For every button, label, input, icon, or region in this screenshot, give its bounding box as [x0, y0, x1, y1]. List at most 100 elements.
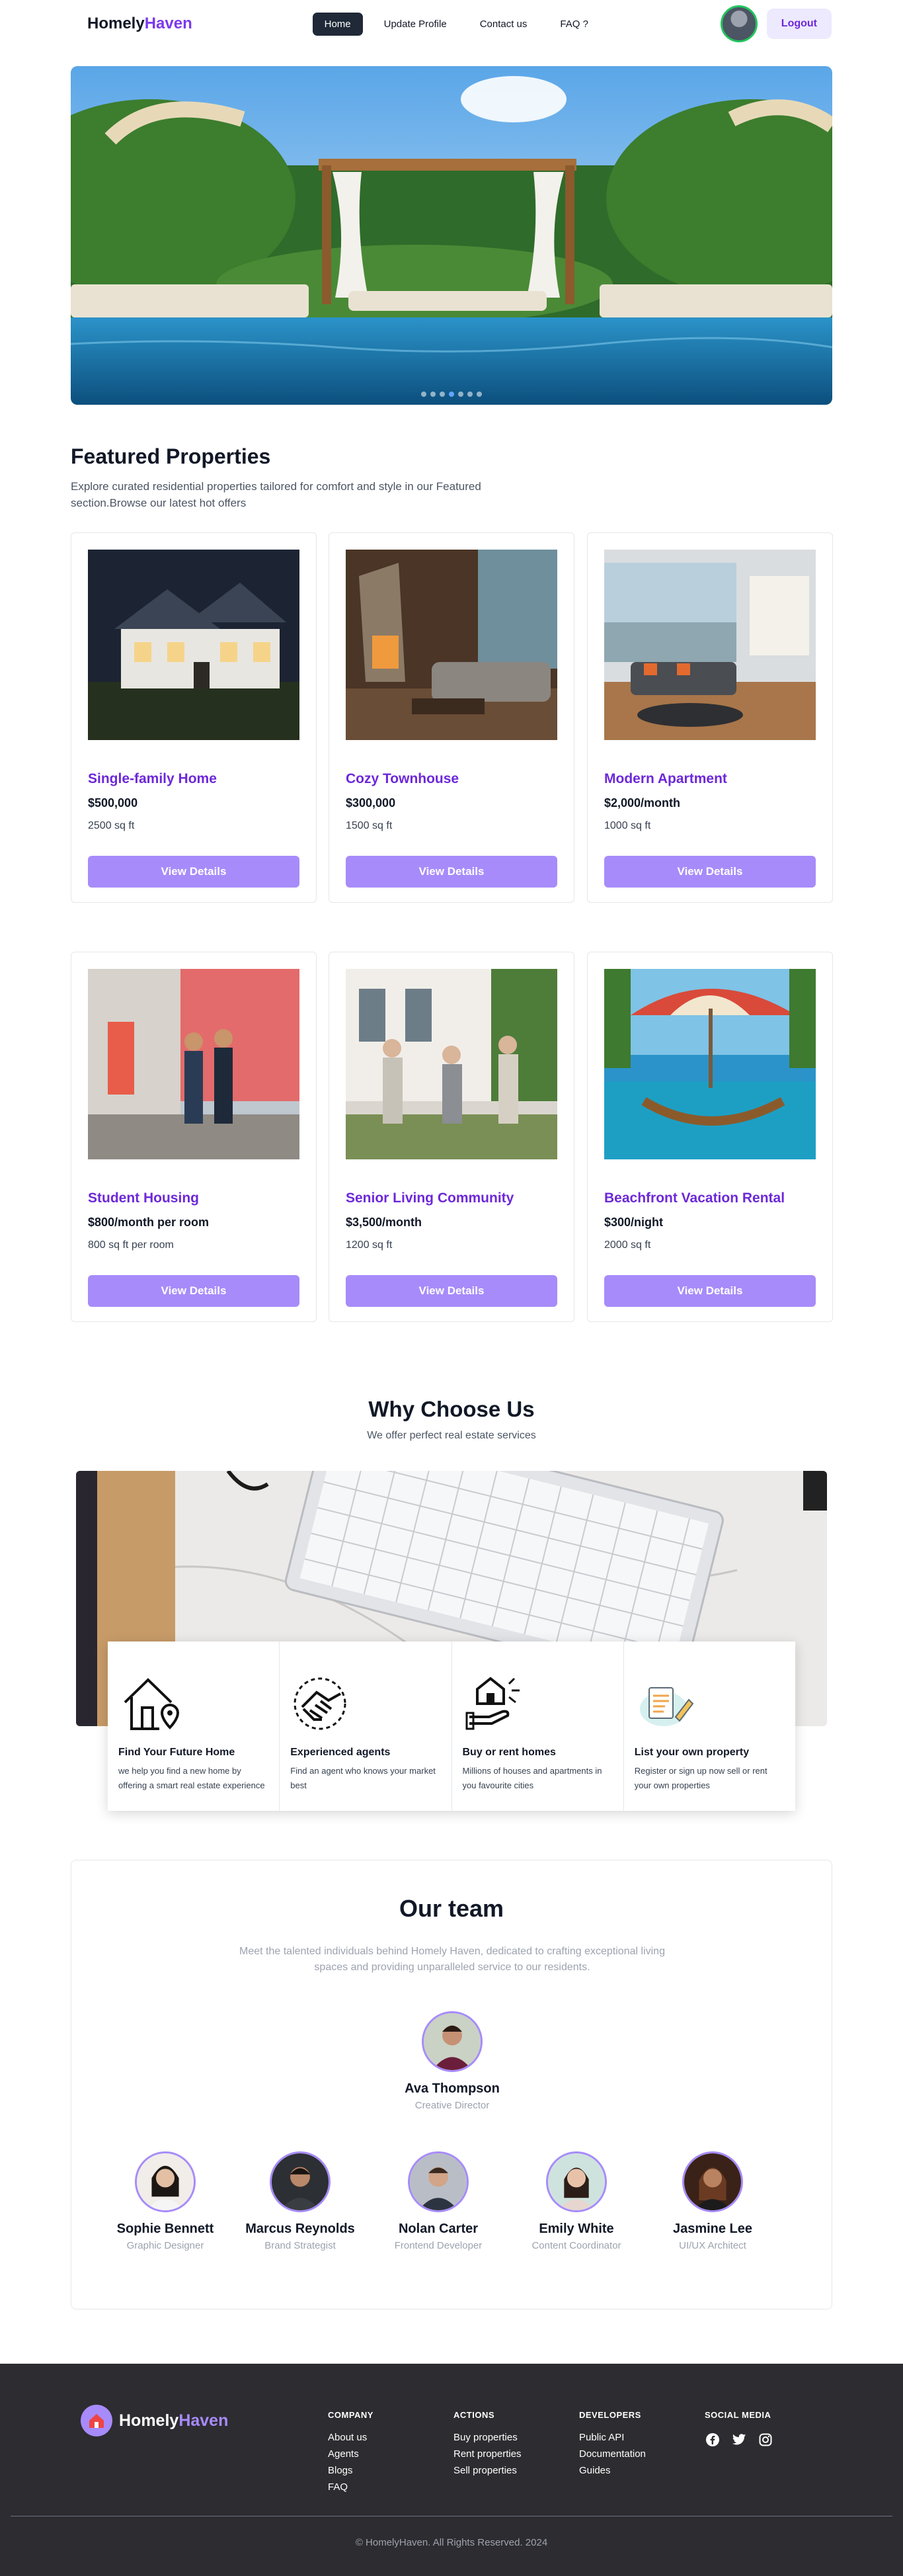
footer-link[interactable]: Agents — [328, 2448, 373, 2460]
feature-card: List your own property Register or sign … — [624, 1641, 795, 1811]
property-size: 2500 sq ft — [88, 820, 135, 831]
feature-title: Experienced agents — [290, 1747, 391, 1758]
footer-column-title: DEVELOPERS — [579, 2410, 641, 2420]
facebook-icon[interactable] — [705, 2432, 721, 2448]
footer-column-title: COMPANY — [328, 2410, 373, 2420]
team-member: Sophie Bennett Graphic Designer — [93, 2151, 238, 2251]
nav-faq[interactable]: FAQ ? — [548, 13, 600, 36]
carousel-dot[interactable] — [440, 392, 445, 397]
nav-links: Home Update Profile Contact us FAQ ? — [312, 12, 600, 36]
view-details-button[interactable]: View Details — [346, 856, 557, 888]
twitter-icon[interactable] — [731, 2432, 747, 2448]
nav-update-profile[interactable]: Update Profile — [372, 13, 459, 36]
social-links — [705, 2432, 773, 2448]
property-title[interactable]: Modern Apartment — [604, 771, 727, 787]
feature-description: Find an agent who knows your market best — [290, 1766, 436, 1790]
view-details-button[interactable]: View Details — [346, 1275, 557, 1307]
property-title[interactable]: Beachfront Vacation Rental — [604, 1190, 785, 1206]
footer-link[interactable]: Guides — [579, 2465, 646, 2476]
property-title[interactable]: Single-family Home — [88, 771, 217, 787]
carousel-dot[interactable] — [430, 392, 436, 397]
footer-column-title: ACTIONS — [453, 2410, 494, 2420]
footer: HomelyHaven COMPANY About us Agents Blog… — [0, 2364, 903, 2576]
property-card: Senior Living Community $3,500/month 120… — [329, 952, 574, 1322]
user-avatar[interactable] — [720, 5, 758, 42]
feature-title: Find Your Future Home — [118, 1747, 235, 1758]
featured-description: Explore curated residential properties t… — [71, 480, 481, 509]
property-image-house — [88, 550, 299, 740]
handshake-icon — [294, 1677, 346, 1730]
member-name: Jasmine Lee — [672, 2222, 753, 2236]
brand-logo[interactable]: HomelyHaven — [87, 15, 192, 33]
property-card: Cozy Townhouse $300,000 1500 sq ft View … — [329, 532, 574, 903]
buy-house-icon — [465, 1677, 520, 1730]
property-price: $500,000 — [88, 796, 138, 810]
feature-card: Experienced agents Find an agent who kno… — [280, 1641, 452, 1811]
footer-link[interactable]: About us — [328, 2432, 373, 2443]
footer-column-title: SOCIAL MEDIA — [705, 2410, 771, 2420]
carousel-dot[interactable] — [477, 392, 482, 397]
carousel-dot[interactable] — [421, 392, 426, 397]
footer-link[interactable]: Documentation — [579, 2448, 646, 2460]
logout-button[interactable]: Logout — [766, 9, 832, 39]
team-director: Ava Thompson Creative Director — [379, 2011, 525, 2111]
nav-contact[interactable]: Contact us — [468, 13, 539, 36]
property-size: 2000 sq ft — [604, 1239, 651, 1251]
member-role: Brand Strategist — [264, 2240, 336, 2251]
carousel-dot[interactable] — [467, 392, 473, 397]
property-title[interactable]: Cozy Townhouse — [346, 771, 459, 787]
property-size: 1200 sq ft — [346, 1239, 393, 1251]
avatar — [422, 2011, 483, 2072]
member-name: Nolan Carter — [398, 2222, 479, 2236]
member-role: Creative Director — [414, 2100, 490, 2111]
feature-description: Millions of houses and apartments in you… — [462, 1766, 602, 1790]
member-name: Ava Thompson — [405, 2081, 500, 2096]
footer-link[interactable]: Rent properties — [453, 2448, 522, 2460]
property-price: $3,500/month — [346, 1216, 422, 1229]
property-size: 800 sq ft per room — [88, 1239, 174, 1251]
carousel-dot[interactable] — [458, 392, 463, 397]
footer-link[interactable]: Public API — [579, 2432, 646, 2443]
footer-link[interactable]: Sell properties — [453, 2465, 522, 2476]
team-member: Marcus Reynolds Brand Strategist — [227, 2151, 373, 2251]
footer-link[interactable]: Buy properties — [453, 2432, 522, 2443]
footer-link[interactable]: Blogs — [328, 2465, 373, 2476]
footer-link[interactable]: FAQ — [328, 2481, 373, 2493]
view-details-button[interactable]: View Details — [604, 856, 816, 888]
featured-header: Featured Properties Explore curated resi… — [71, 444, 494, 511]
avatar — [135, 2151, 196, 2212]
avatar — [408, 2151, 469, 2212]
instagram-icon[interactable] — [758, 2432, 773, 2448]
feature-title: Buy or rent homes — [462, 1747, 556, 1758]
team-lead: Meet the talented individuals behind Hom… — [239, 1946, 665, 1973]
member-role: Frontend Developer — [394, 2240, 483, 2251]
property-price: $300/night — [604, 1216, 664, 1229]
document-pen-icon — [639, 1687, 694, 1726]
hero-carousel[interactable] — [71, 66, 832, 405]
carousel-dot-active[interactable] — [449, 392, 454, 397]
avatar — [546, 2151, 607, 2212]
view-details-button[interactable]: View Details — [88, 1275, 299, 1307]
nav-home[interactable]: Home — [312, 12, 363, 36]
member-role: UI/UX Architect — [679, 2240, 746, 2251]
team-section: Our team Meet the talented individuals b… — [71, 1860, 832, 2309]
property-price: $300,000 — [346, 796, 396, 810]
member-name: Emily White — [539, 2222, 614, 2236]
view-details-button[interactable]: View Details — [88, 856, 299, 888]
footer-column-social: SOCIAL MEDIA — [705, 2410, 773, 2448]
property-title[interactable]: Student Housing — [88, 1190, 199, 1206]
navbar: HomelyHaven Home Update Profile Contact … — [0, 0, 903, 48]
feature-description: we help you find a new home by offering … — [118, 1766, 265, 1790]
footer-column-company: COMPANY About us Agents Blogs FAQ — [328, 2410, 373, 2498]
team-member: Emily White Content Coordinator — [504, 2151, 649, 2251]
footer-logo[interactable]: HomelyHaven — [81, 2405, 228, 2436]
brand-accent: Haven — [144, 15, 192, 32]
featured-title: Featured Properties — [71, 444, 271, 468]
copyright-text: © HomelyHaven. All Rights Reserved. 2024 — [355, 2537, 548, 2548]
property-title[interactable]: Senior Living Community — [346, 1190, 514, 1206]
avatar — [270, 2151, 331, 2212]
property-image-beach — [604, 969, 816, 1159]
footer-brand-main: Homely — [119, 2411, 179, 2430]
team-member: Jasmine Lee UI/UX Architect — [640, 2151, 785, 2251]
view-details-button[interactable]: View Details — [604, 1275, 816, 1307]
